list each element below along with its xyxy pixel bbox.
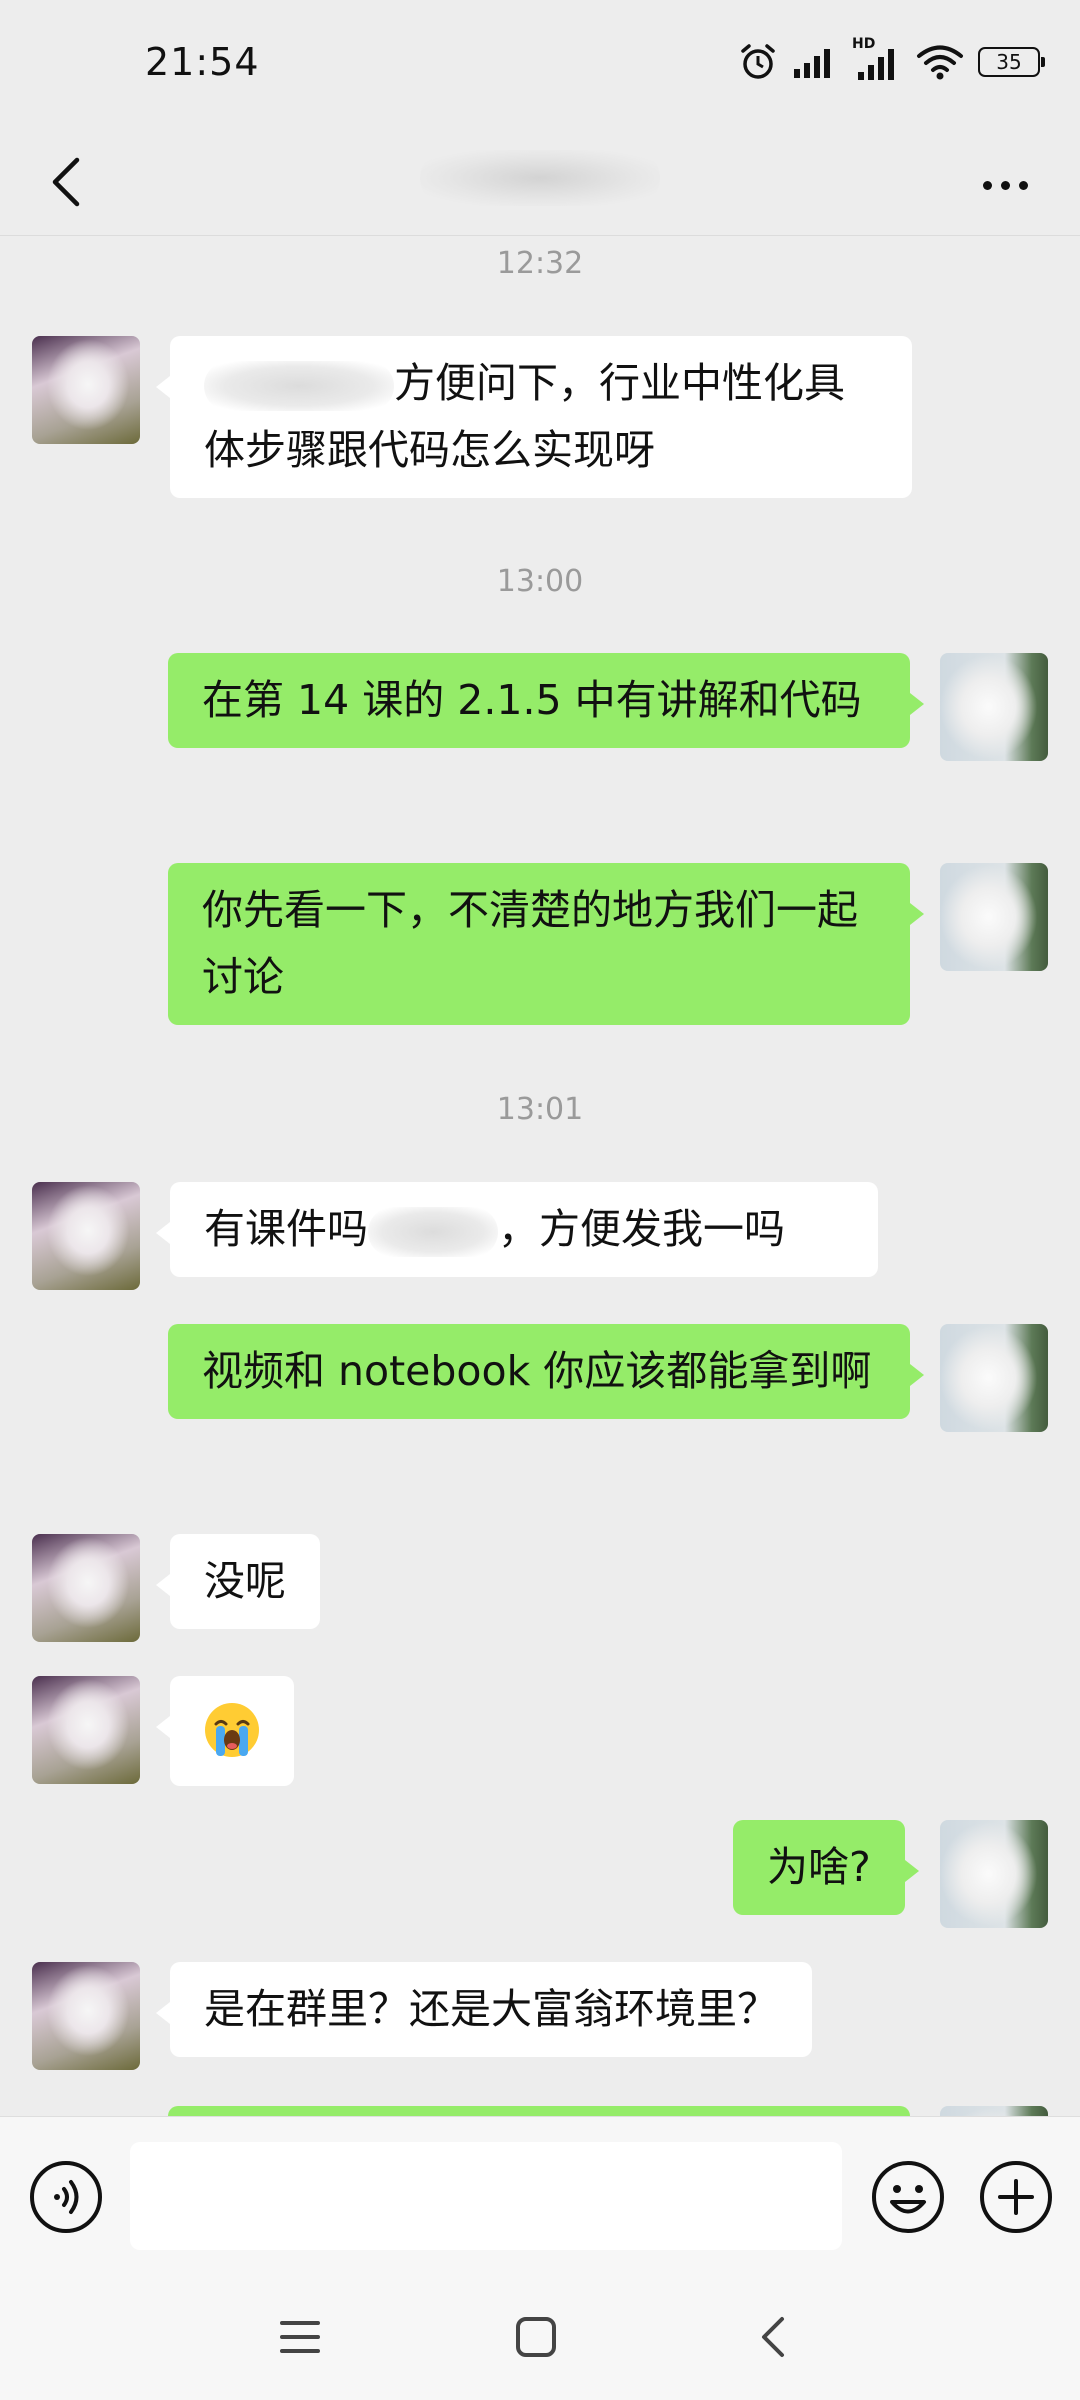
message-bubble-incoming[interactable]: 是在群里？还是大富翁环境里？	[156, 1962, 812, 2057]
my-avatar[interactable]	[940, 653, 1048, 761]
voice-icon	[30, 2161, 102, 2233]
status-bar: 21:54 HD 35	[0, 0, 1080, 130]
back-triangle-icon	[762, 2317, 784, 2357]
home-square-icon	[516, 2317, 556, 2357]
battery-icon: 35	[978, 47, 1045, 77]
emoji-button[interactable]	[868, 2157, 948, 2237]
message-bubble-incoming[interactable]: 方便问下，行业中性化具体步骤跟代码怎么实现呀	[156, 336, 912, 498]
timestamp: 13:00	[496, 564, 584, 599]
smiley-icon	[872, 2161, 944, 2233]
blurred-name	[204, 361, 394, 411]
chevron-left-icon	[52, 157, 80, 207]
chat-header	[0, 130, 1080, 236]
status-icons: HD 35	[738, 36, 1045, 82]
hd-signal-icon: HD	[852, 36, 902, 82]
message-bubble-incoming[interactable]: 没呢	[156, 1534, 320, 1629]
more-options-button[interactable]	[970, 160, 1040, 210]
alarm-icon	[741, 44, 775, 79]
message-text: 在第 14 课的 2.1.5 中有讲解和代码	[202, 676, 862, 724]
menu-icon	[280, 2321, 320, 2353]
timestamp: 12:32	[496, 246, 584, 281]
message-input[interactable]	[130, 2142, 842, 2250]
my-avatar[interactable]	[940, 863, 1048, 971]
system-nav-bar	[0, 2276, 1080, 2400]
input-bar	[0, 2116, 1080, 2277]
my-avatar[interactable]	[940, 1820, 1048, 1928]
contact-avatar[interactable]	[32, 336, 140, 444]
message-text: ，方便发我一吗	[498, 1205, 785, 1253]
message-bubble-incoming[interactable]	[156, 1676, 294, 1786]
message-bubble-incoming[interactable]: 有课件吗 ，方便发我一吗	[156, 1182, 878, 1277]
message-bubble-outgoing[interactable]: 你先看一下，不清楚的地方我们一起讨论	[168, 863, 924, 1025]
contact-avatar[interactable]	[32, 1534, 140, 1642]
more-dots-icon	[982, 180, 992, 190]
signal-icon	[794, 49, 830, 78]
message-text: 有课件吗	[204, 1205, 368, 1253]
message-bubble-outgoing-partial[interactable]	[168, 2106, 910, 2116]
contact-avatar[interactable]	[32, 1182, 140, 1290]
plus-circle-icon	[980, 2161, 1052, 2233]
message-bubble-outgoing[interactable]: 视频和 notebook 你应该都能拿到啊	[168, 1324, 924, 1419]
message-text: 视频和 notebook 你应该都能拿到啊	[202, 1347, 872, 1395]
my-avatar[interactable]	[940, 1324, 1048, 1432]
blurred-name	[368, 1207, 498, 1257]
wifi-icon	[917, 45, 963, 80]
home-button[interactable]	[496, 2302, 576, 2372]
voice-button[interactable]	[26, 2157, 106, 2237]
back-button[interactable]	[30, 142, 102, 222]
message-text: 没呢	[204, 1557, 286, 1605]
loudly-crying-face-icon	[205, 1703, 259, 1757]
battery-level: 35	[996, 50, 1022, 74]
contact-avatar[interactable]	[32, 1962, 140, 2070]
message-text: 为啥?	[767, 1843, 871, 1891]
status-time: 21:54	[145, 40, 260, 84]
message-bubble-outgoing[interactable]: 为啥?	[733, 1820, 919, 1915]
message-text: 你先看一下，不清楚的地方我们一起讨论	[202, 886, 858, 1001]
message-text: 是在群里？还是大富翁环境里？	[204, 1985, 778, 2033]
timestamp: 13:01	[496, 1092, 584, 1127]
message-list[interactable]: 12:32 方便问下，行业中性化具体步骤跟代码怎么实现呀 13:00 在第 14…	[0, 236, 1080, 2116]
chat-title-blurred	[420, 150, 660, 206]
recent-apps-button[interactable]	[260, 2302, 340, 2372]
contact-avatar[interactable]	[32, 1676, 140, 1784]
my-avatar[interactable]	[940, 2106, 1048, 2116]
message-bubble-outgoing[interactable]: 在第 14 课的 2.1.5 中有讲解和代码	[168, 653, 924, 748]
more-functions-button[interactable]	[976, 2157, 1056, 2237]
system-back-button[interactable]	[732, 2302, 812, 2372]
